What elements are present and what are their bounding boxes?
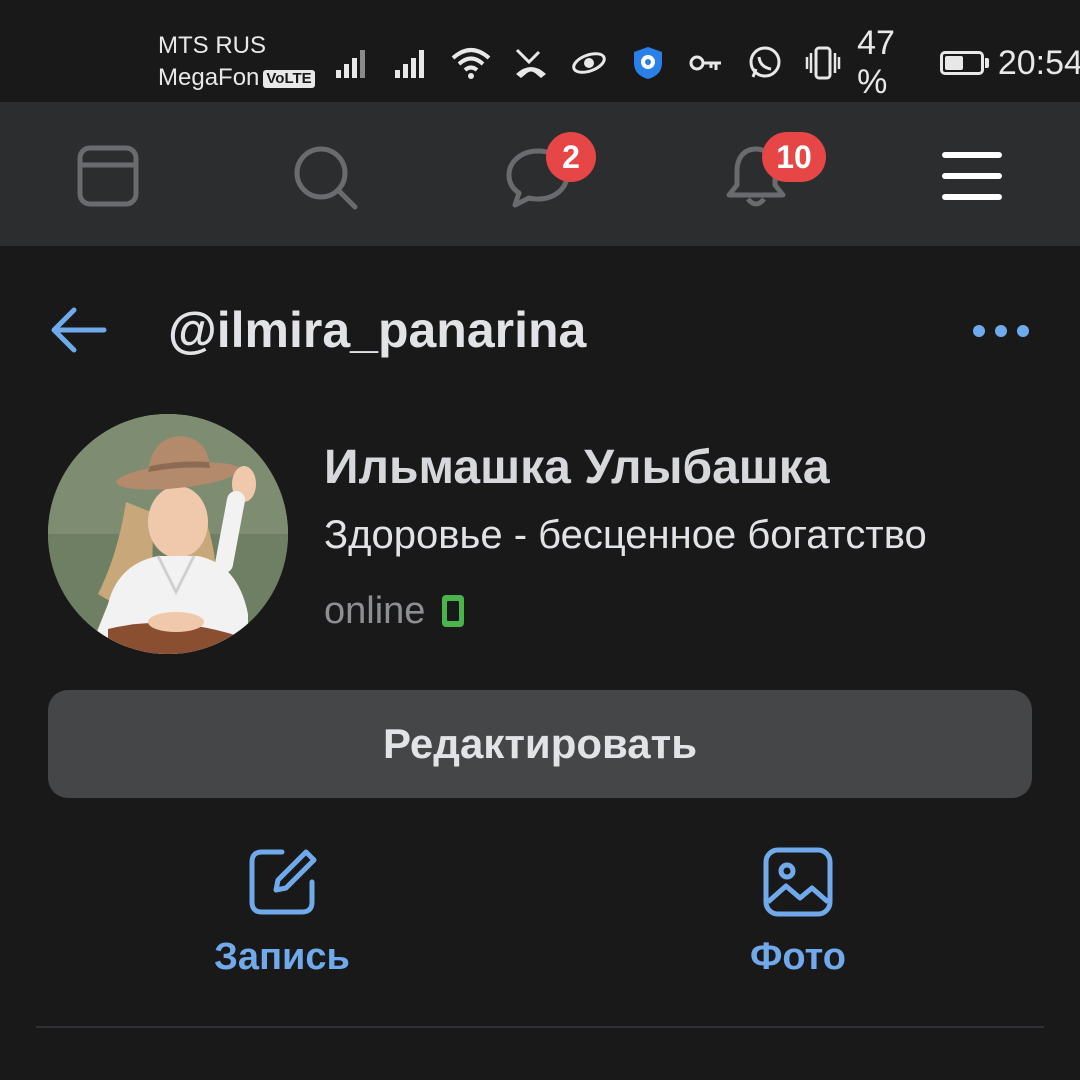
carrier-1: MTS RUS	[158, 32, 266, 59]
battery-percent: 47 %	[857, 24, 895, 101]
app-icon	[571, 43, 607, 83]
arrow-left-icon	[51, 307, 107, 353]
missed-call-icon	[513, 43, 549, 83]
volte-badge: VoLTE	[263, 70, 315, 88]
back-button[interactable]	[48, 300, 108, 360]
signal-icon	[392, 43, 428, 83]
shield-icon	[630, 43, 666, 83]
battery-level	[944, 56, 963, 70]
new-post-label: Запись	[214, 936, 350, 978]
notifications-badge: 10	[762, 132, 826, 182]
page-title: @ilmira_panarina	[168, 302, 587, 358]
vibrate-icon	[805, 43, 841, 83]
search-icon	[294, 146, 358, 210]
top-navigation: 2 10	[0, 102, 1080, 246]
key-icon	[688, 43, 724, 83]
photo-label: Фото	[749, 936, 847, 978]
search-button[interactable]	[286, 138, 362, 214]
divider	[36, 1026, 1044, 1028]
edit-profile-button[interactable]: Редактировать	[48, 690, 1032, 798]
online-label: online	[324, 589, 426, 632]
mobile-online-icon	[442, 595, 465, 627]
profile-name: Ильмашка Улыбашка	[324, 441, 830, 494]
messages-badge: 2	[546, 132, 596, 182]
wifi-icon	[451, 43, 491, 83]
status-bar: MTS RUS MegaFon VoLTE 47 % 20:54	[0, 0, 1080, 102]
carrier-info: MTS RUS MegaFon VoLTE	[158, 30, 315, 94]
carrier-2-row: MegaFon VoLTE	[158, 62, 315, 94]
clock: 20:54	[997, 43, 1080, 82]
whatsapp-icon	[746, 43, 782, 83]
online-status: online	[324, 586, 465, 636]
profile-status[interactable]: Здоровье - бесценное богатство	[324, 510, 1024, 560]
menu-button[interactable]	[934, 138, 1010, 214]
signal-icon	[334, 43, 370, 83]
photo-button[interactable]: Фото	[678, 846, 918, 986]
feed-button[interactable]	[70, 138, 146, 214]
feed-icon	[77, 145, 139, 207]
messages-button[interactable]: 2	[500, 132, 596, 214]
more-button[interactable]	[966, 306, 1036, 356]
menu-icon	[942, 152, 1002, 200]
status-icons: 47 % 20:54	[334, 24, 1080, 101]
edit-post-icon	[249, 849, 317, 915]
new-post-button[interactable]: Запись	[162, 846, 402, 986]
battery-icon	[939, 51, 990, 75]
avatar[interactable]	[48, 414, 288, 654]
image-icon	[763, 847, 833, 917]
carrier-2: MegaFon	[158, 64, 260, 91]
notifications-button[interactable]: 10	[718, 132, 826, 214]
more-horizontal-icon	[973, 325, 1029, 337]
